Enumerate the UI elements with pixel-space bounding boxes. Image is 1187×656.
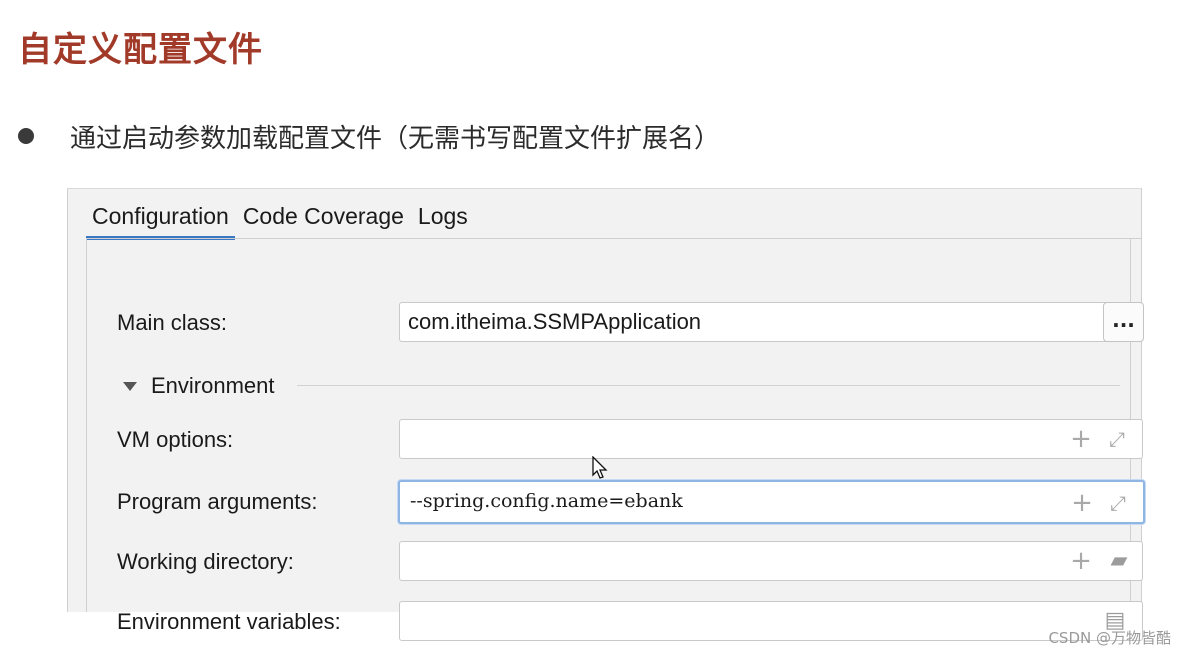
tab-configuration[interactable]: Configuration [86, 189, 235, 240]
expand-icon[interactable]: ⤢ [1104, 426, 1130, 452]
tab-logs[interactable]: Logs [412, 189, 474, 239]
environment-variables-field[interactable]: ▤ [399, 601, 1143, 641]
bullet-text: 通过启动参数加载配置文件（无需书写配置文件扩展名） [70, 123, 721, 154]
plus-icon[interactable]: + [1068, 548, 1094, 574]
working-directory-label: Working directory: [117, 549, 294, 574]
bullet-dot [18, 128, 34, 144]
watermark: CSDN @万物皆酷 [1048, 629, 1171, 647]
run-configuration-panel: Configuration Code Coverage Logs Main cl… [67, 188, 1145, 641]
plus-icon[interactable]: + [1068, 426, 1094, 452]
tab-bar: Configuration Code Coverage Logs [86, 189, 476, 240]
vm-options-field[interactable]: + ⤢ [399, 419, 1143, 459]
main-class-field[interactable]: com.itheima.SSMPApplication [399, 302, 1143, 342]
plus-icon[interactable]: + [1069, 490, 1095, 516]
environment-divider [297, 385, 1120, 386]
browse-main-class-button[interactable]: ... [1103, 302, 1144, 342]
program-arguments-label: Program arguments: [117, 489, 318, 514]
environment-section-toggle[interactable]: Environment [123, 371, 275, 401]
environment-variables-label: Environment variables: [117, 609, 341, 634]
triangle-down-icon [123, 381, 137, 391]
main-class-value: com.itheima.SSMPApplication [408, 309, 702, 334]
folder-icon[interactable]: ▰ [1106, 548, 1132, 574]
expand-icon[interactable]: ⤢ [1105, 490, 1131, 516]
tab-code-coverage[interactable]: Code Coverage [237, 189, 410, 239]
environment-section-title: Environment [151, 373, 275, 398]
program-arguments-value: --spring.config.name=ebank [410, 490, 683, 512]
vm-options-label: VM options: [117, 427, 234, 452]
mouse-cursor-icon [592, 456, 608, 479]
bullet-row: 通过启动参数加载配置文件（无需书写配置文件扩展名） [18, 116, 720, 156]
slide-title: 自定义配置文件 [18, 30, 263, 70]
program-arguments-field[interactable]: --spring.config.name=ebank + ⤢ [398, 480, 1145, 524]
main-class-label: Main class: [117, 310, 228, 335]
working-directory-field[interactable]: + ▰ [399, 541, 1143, 581]
configuration-form: Main class: com.itheima.SSMPApplication … [86, 239, 1145, 641]
